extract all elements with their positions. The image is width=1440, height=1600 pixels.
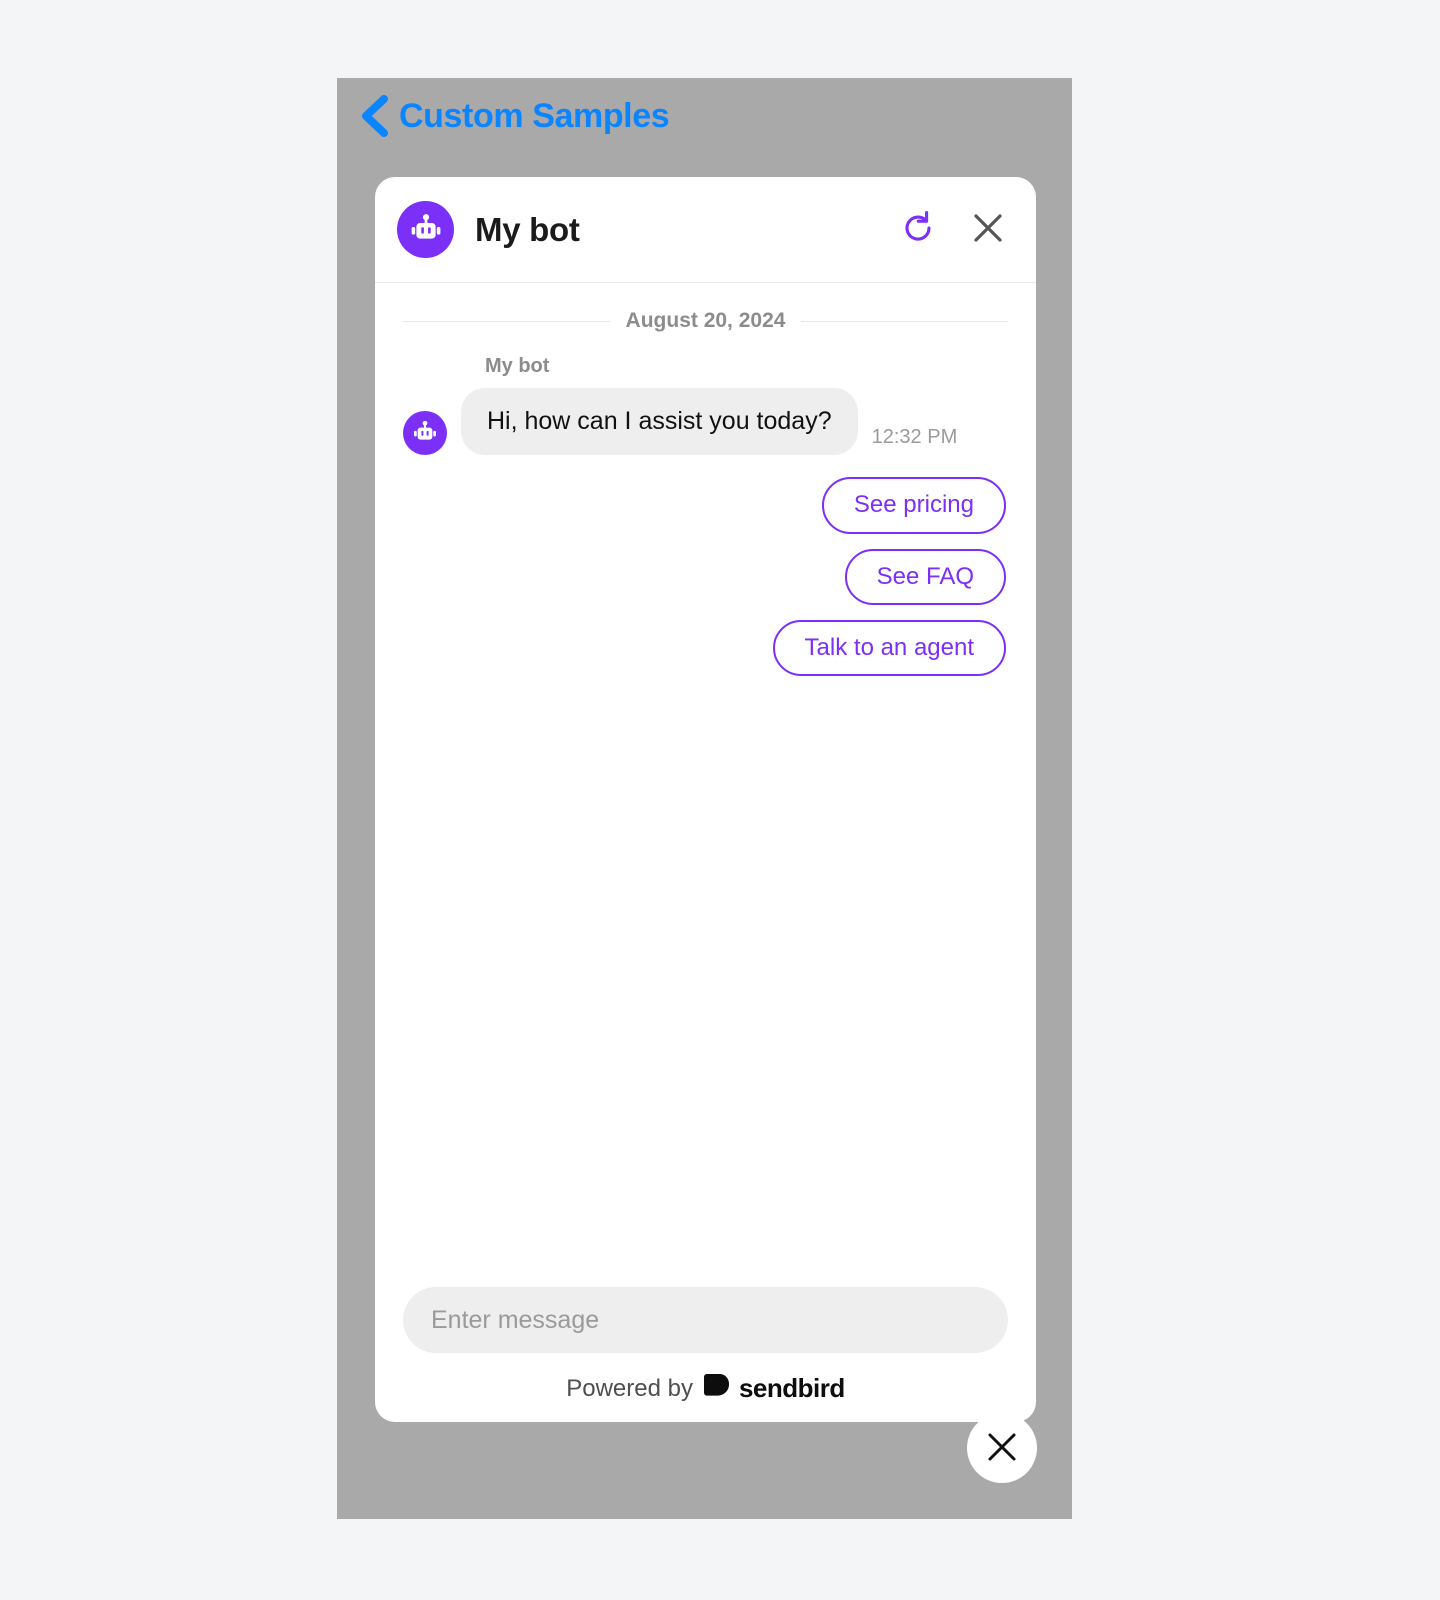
message-input[interactable]: [403, 1287, 1008, 1353]
robot-icon: [397, 201, 454, 258]
close-icon: [968, 208, 1008, 251]
launcher-close-button[interactable]: [967, 1413, 1037, 1483]
message-sender-name: My bot: [485, 355, 550, 377]
message-list: August 20, 2024 My bot Hi, how can I ass…: [375, 283, 1036, 1287]
chevron-left-icon[interactable]: [359, 94, 389, 138]
refresh-button[interactable]: [896, 208, 940, 252]
phone-frame: Custom Samples My bot August 20, 2024 My…: [337, 78, 1072, 1519]
page-title: Custom Samples: [399, 97, 670, 135]
robot-icon: [403, 411, 447, 456]
nav-bar: Custom Samples: [359, 86, 670, 146]
date-label: August 20, 2024: [625, 309, 786, 332]
message-timestamp: 12:32 PM: [871, 426, 958, 449]
message-row: Hi, how can I assist you today? 12:32 PM: [403, 388, 1008, 456]
refresh-icon: [898, 208, 938, 251]
close-icon: [985, 1430, 1019, 1467]
chat-header: My bot: [375, 177, 1036, 283]
quick-reply-see-faq[interactable]: See FAQ: [844, 548, 1006, 606]
header-actions: [896, 208, 1010, 252]
sendbird-logo-icon: [702, 1373, 730, 1404]
chat-bot-name: My bot: [475, 210, 580, 248]
divider-rule-right: [801, 320, 1008, 322]
powered-by-label: Powered by: [566, 1374, 693, 1402]
quick-reply-list: See pricing See FAQ Talk to an agent: [403, 477, 1008, 677]
message-bubble: Hi, how can I assist you today?: [461, 388, 858, 456]
divider-rule-left: [403, 320, 610, 322]
quick-reply-talk-to-an-agent[interactable]: Talk to an agent: [772, 620, 1006, 677]
quick-reply-see-pricing[interactable]: See pricing: [821, 477, 1006, 534]
chat-widget-card: My bot August 20, 2024 My bot Hi, how ca…: [375, 177, 1036, 1422]
chat-footer: Powered by sendbird: [375, 1287, 1036, 1422]
powered-by-branding: Powered by sendbird: [403, 1373, 1008, 1404]
date-divider: August 20, 2024: [403, 309, 1008, 333]
close-widget-button[interactable]: [966, 208, 1010, 252]
sendbird-wordmark: sendbird: [738, 1373, 845, 1403]
